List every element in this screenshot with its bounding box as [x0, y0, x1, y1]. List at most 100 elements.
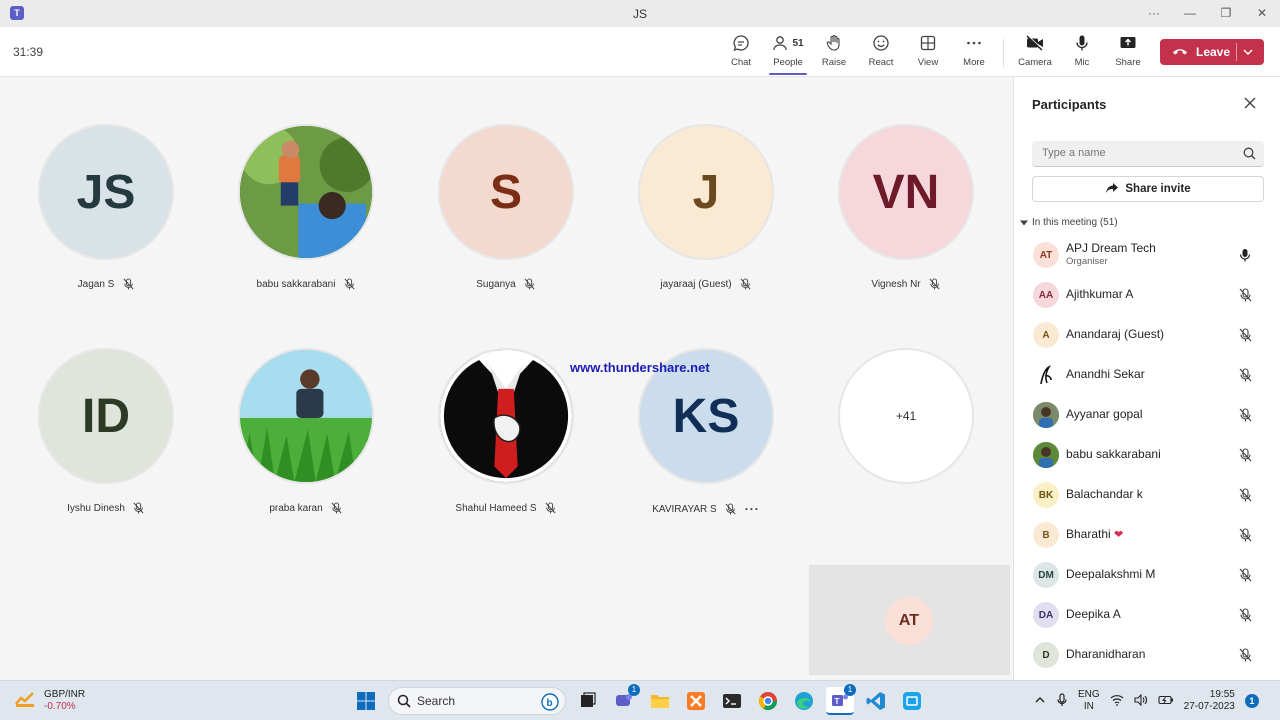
search-input[interactable] [1042, 147, 1232, 159]
participant-name: Ayyanar gopal [1066, 407, 1143, 421]
minimize-icon[interactable]: — [1172, 0, 1208, 27]
meeting-toolbar: 31:39 Chat 51 People Raise React View Mo… [0, 27, 1280, 77]
participant-name: Dharanidharan [1066, 647, 1145, 661]
participant-row[interactable]: AA Ajithkumar A [1014, 274, 1280, 314]
participant-tile[interactable]: babu sakkarabani [236, 124, 376, 290]
mic-off-icon [1239, 568, 1252, 587]
participant-tile[interactable]: Shahul Hameed S [436, 348, 576, 514]
battery-icon[interactable] [1158, 694, 1174, 709]
participant-row[interactable]: B Bharathi ❤ [1014, 514, 1280, 554]
start-icon[interactable] [352, 687, 380, 715]
participant-tile[interactable]: S Suganya [436, 124, 576, 290]
more-label: More [963, 57, 985, 68]
more-button[interactable]: More [951, 32, 997, 74]
widgets-button[interactable]: GBP/INR -0.70% [14, 689, 85, 713]
chevron-down-icon[interactable] [1242, 46, 1254, 61]
language-indicator[interactable]: ENG IN [1078, 689, 1100, 713]
camera-label: Camera [1018, 57, 1052, 68]
share-invite-button[interactable]: Share invite [1032, 176, 1264, 202]
vscode-icon[interactable] [862, 687, 890, 715]
window-title: JS [632, 7, 647, 21]
taskbar-search[interactable]: Search b [388, 687, 566, 715]
mic-icon [1059, 32, 1105, 54]
mic-off-icon [1239, 328, 1252, 347]
raise-label: Raise [821, 57, 847, 68]
close-icon[interactable] [1243, 96, 1257, 110]
tile-caption: KAVIRAYAR S ··· [636, 502, 776, 516]
hang-up-icon [1172, 45, 1188, 59]
screen-capture-icon[interactable] [898, 687, 926, 715]
chrome-icon[interactable] [754, 687, 782, 715]
share-arrow-icon [1105, 182, 1119, 197]
tile-caption: Shahul Hameed S [436, 502, 576, 514]
volume-icon[interactable] [1134, 693, 1148, 709]
participant-row[interactable]: D Dharanidharan [1014, 634, 1280, 674]
raise-hand-button[interactable]: Raise [811, 32, 857, 74]
participant-tile[interactable]: praba karan [236, 348, 376, 514]
terminal-icon[interactable] [718, 687, 746, 715]
participant-row[interactable]: DM Deepalakshmi M [1014, 554, 1280, 594]
market-value: -0.70% [44, 701, 76, 712]
participant-row[interactable]: AT APJ Dream Tech Organiser [1014, 234, 1280, 274]
tray-mic-icon[interactable] [1056, 692, 1068, 710]
people-icon: 51 [765, 32, 811, 54]
lang-code: ENG [1078, 689, 1100, 700]
participant-tile[interactable]: ID Iyshu Dinesh [36, 348, 176, 514]
self-view[interactable]: AT [809, 565, 1010, 675]
camera-button[interactable]: Camera [1012, 32, 1058, 74]
participant-row[interactable]: A Anandaraj (Guest) [1014, 314, 1280, 354]
participant-name-text: Ajithkumar A [1066, 287, 1134, 301]
tile-caption: Vignesh Nr [836, 278, 976, 290]
svg-text:T: T [835, 697, 840, 706]
xampp-icon[interactable] [682, 687, 710, 715]
participant-name-text: Anandaraj (Guest) [1066, 327, 1165, 341]
participant-name: babu sakkarabani [1066, 447, 1161, 461]
participant-row[interactable]: Ayyanar gopal [1014, 394, 1280, 434]
chevron-up-icon[interactable] [1034, 694, 1046, 709]
teams-app-icon[interactable]: T 1 [826, 684, 856, 715]
restore-icon[interactable]: ❐ [1208, 0, 1244, 27]
mic-off-icon [1239, 288, 1252, 307]
mic-off-icon [740, 278, 752, 290]
overflow-tile[interactable]: +41 [836, 348, 976, 484]
react-button[interactable]: React [858, 32, 904, 74]
in-meeting-section[interactable]: In this meeting (51) [1020, 217, 1118, 228]
clock-time: 19:55 [1209, 689, 1235, 700]
meeting-timer: 31:39 [13, 45, 44, 59]
chat-app-icon[interactable]: 1 [610, 684, 640, 715]
task-view-icon[interactable] [574, 687, 602, 715]
participant-tile[interactable]: VN Vignesh Nr [836, 124, 976, 290]
file-explorer-icon[interactable] [646, 687, 674, 715]
share-button[interactable]: Share [1105, 32, 1151, 74]
people-button[interactable]: 51 People [765, 32, 811, 74]
mic-button[interactable]: Mic [1059, 32, 1105, 74]
participant-avatar [1033, 362, 1059, 388]
participant-tile[interactable]: J jayaraaj (Guest) [636, 124, 776, 290]
participant-row[interactable]: Anandhi Sekar [1014, 354, 1280, 394]
view-button[interactable]: View [905, 32, 951, 74]
view-label: View [917, 57, 939, 68]
grid-view-icon [905, 32, 951, 54]
participant-avatar: DM [1033, 562, 1059, 588]
participant-avatar: BK [1033, 482, 1059, 508]
participant-initials: AA [1038, 289, 1054, 301]
participant-row[interactable]: babu sakkarabani [1014, 434, 1280, 474]
more-options-icon[interactable]: ··· [745, 502, 760, 516]
wifi-icon[interactable] [1110, 694, 1124, 709]
avatar-photo [238, 124, 374, 260]
notification-badge[interactable]: 1 [1244, 694, 1259, 708]
participant-row[interactable]: BK Balachandar k [1014, 474, 1280, 514]
participant-name: Shahul Hameed S [455, 502, 537, 514]
participant-tile[interactable]: JS Jagan S [36, 124, 176, 290]
participant-row[interactable]: DA Deepika A [1014, 594, 1280, 634]
clock[interactable]: 19:55 27-07-2023 [1184, 689, 1235, 713]
market-icon [14, 690, 36, 713]
leave-button[interactable]: Leave [1160, 39, 1264, 65]
edge-icon[interactable] [790, 687, 818, 715]
panel-title: Participants [1032, 97, 1107, 112]
participant-initials: A [1042, 329, 1050, 341]
close-window-icon[interactable]: ✕ [1244, 0, 1280, 27]
search-icon[interactable] [1243, 147, 1256, 165]
chat-button[interactable]: Chat [718, 32, 764, 74]
window-more-icon[interactable]: ··· [1136, 0, 1172, 27]
